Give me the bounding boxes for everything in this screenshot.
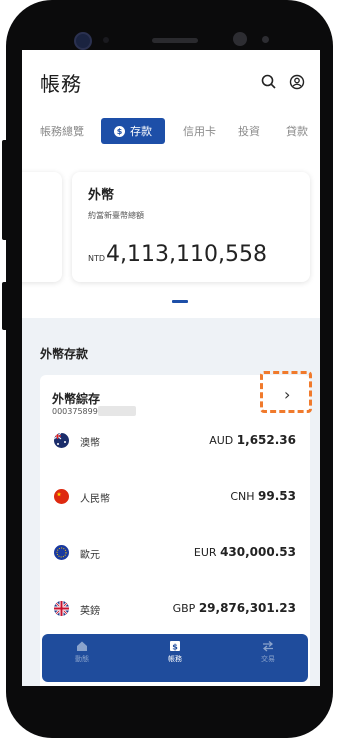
fx-card-amount: 4,113,110,558	[106, 242, 267, 267]
dollar-icon: $	[169, 640, 181, 652]
tab-deposit[interactable]: $ 存款	[101, 118, 165, 144]
currency-balance: GBP 29,876,301.23	[172, 601, 296, 615]
currency-row[interactable]: 人民幣 CNH 99.53	[40, 485, 310, 509]
tab-credit-card[interactable]: 信用卡	[183, 123, 216, 139]
nav-activity-label: 動態	[75, 655, 89, 663]
account-name: 外幣綜存	[52, 392, 101, 406]
masked-account-digits	[98, 406, 136, 416]
app-header: 帳務	[40, 68, 310, 98]
currency-name: 人民幣	[80, 494, 110, 505]
currency-row[interactable]: 澳幣 AUD 1,652.36	[40, 429, 310, 453]
tab-investment[interactable]: 投資	[238, 123, 260, 139]
fx-deposit-section: 外幣存款 外幣綜存 000375899 › 澳幣 AUD 1,652.36 人民…	[22, 318, 320, 686]
sensor-2	[233, 32, 247, 46]
currency-balance: CNH 99.53	[230, 489, 296, 503]
coin-icon: $	[114, 125, 125, 137]
tab-loan[interactable]: 貸款	[286, 123, 308, 139]
fx-card-subtitle: 約當新臺幣總額	[88, 211, 144, 220]
bottom-navigation: 動態 $ 帳務 交易	[42, 634, 308, 682]
china-flag-icon	[54, 489, 69, 504]
speaker-grille	[152, 38, 198, 43]
fx-card-currency: NTD	[88, 254, 106, 263]
tab-bar: 帳務總覽 $ 存款 信用卡 投資 貸款	[22, 118, 320, 144]
currency-name: 澳幣	[80, 438, 100, 449]
svg-text:$: $	[172, 643, 178, 652]
australia-flag-icon	[54, 433, 69, 448]
currency-balance: AUD 1,652.36	[209, 433, 296, 447]
page-title: 帳務	[40, 72, 82, 96]
front-camera	[74, 32, 92, 50]
volume-button	[2, 140, 8, 240]
fx-summary-card[interactable]: 外幣 約當新臺幣總額 NTD 4,113,110,558	[72, 172, 310, 282]
currency-row[interactable]: 英鎊 GBP 29,876,301.23	[40, 597, 310, 621]
tab-overview[interactable]: 帳務總覽	[40, 123, 84, 139]
nav-transaction-label: 交易	[261, 655, 275, 663]
section-title: 外幣存款	[40, 347, 89, 361]
fx-card-title: 外幣	[88, 188, 115, 203]
sensor	[103, 37, 109, 43]
nav-accounts[interactable]: $ 帳務	[145, 640, 205, 664]
profile-icon[interactable]	[288, 73, 306, 91]
carousel-indicator	[172, 300, 188, 303]
sensor-3	[262, 36, 269, 43]
home-icon	[76, 640, 88, 652]
currency-name: 英鎊	[80, 606, 100, 617]
currency-name: 歐元	[80, 550, 100, 561]
currency-row[interactable]: 歐元 EUR 430,000.53	[40, 541, 310, 565]
tab-deposit-label: 存款	[130, 125, 152, 138]
transfer-icon	[262, 640, 274, 652]
eu-flag-icon	[54, 545, 69, 560]
app-screen: 帳務 帳務總覽 $ 存款 信用卡 投資 貸款 外幣 約當新臺幣總額 NTD 4,…	[22, 50, 320, 686]
account-number: 000375899	[52, 407, 98, 416]
previous-card-peek[interactable]	[22, 172, 62, 282]
nav-activity[interactable]: 動態	[52, 640, 112, 664]
uk-flag-icon	[54, 601, 69, 616]
nav-accounts-label: 帳務	[168, 655, 182, 663]
currency-balance: EUR 430,000.53	[193, 545, 296, 559]
nav-transaction[interactable]: 交易	[238, 640, 298, 664]
highlight-box	[260, 371, 312, 413]
search-icon[interactable]	[260, 73, 278, 91]
power-button	[2, 282, 8, 330]
